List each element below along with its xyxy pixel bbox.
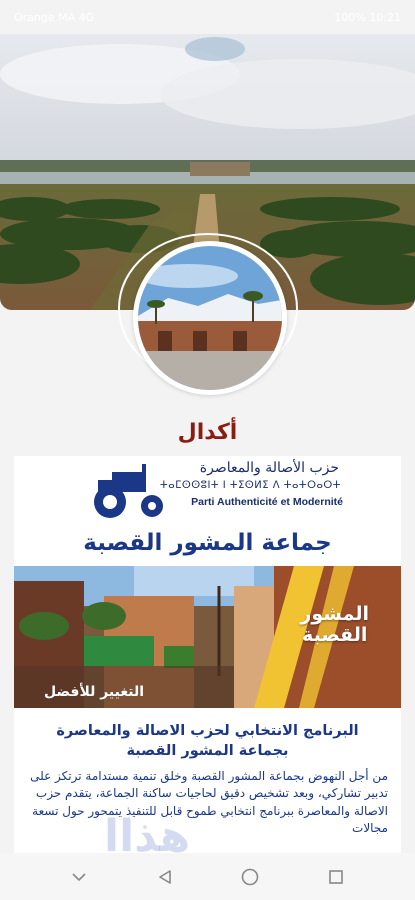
watermark-logo: ﻫﺬﺍﺍ [104,811,191,856]
status-carrier: Orange MA 4G [14,10,95,24]
program-title-line2: بجماعة المشور القصبة [126,742,289,759]
system-nav-bar [0,853,415,900]
commune-photo: المشور القصبة التغيير للأفضل [14,566,401,708]
app-screen: Orange MA 4G 100% 10:21 أكدال حزب الأصال… [0,0,415,900]
program-poster: حزب الأصالة والمعاصرة ⵜⴰⵎⵙⵙⵓⵏⵜ ⵏ ⵜⵉⵙⵍⵉ ⴷ… [14,456,401,856]
party-logo: حزب الأصالة والمعاصرة ⵜⴰⵎⵙⵙⵓⵏⵜ ⵏ ⵜⵉⵙⵍⵉ ⴷ… [14,456,401,531]
chevron-down-icon[interactable] [65,863,93,891]
slogan: التغيير للأفضل [44,684,145,700]
recents-square-icon[interactable] [322,863,350,891]
program-title: البرنامج الانتخابي لحزب الاصالة والمعاصر… [14,722,401,761]
program-title-line1: البرنامج الانتخابي لحزب الاصالة والمعاصر… [56,723,359,739]
photo-label-line2: القصبة [302,623,368,646]
location-avatar-image[interactable] [133,241,287,395]
party-name-french: Parti Authenticité et Modernité [191,496,343,508]
back-triangle-icon[interactable] [151,863,179,891]
party-name-arabic: حزب الأصالة والمعاصرة [199,460,339,476]
photo-label: المشور القصبة [300,604,369,646]
party-name-amazigh: ⵜⴰⵎⵙⵙⵓⵏⵜ ⵏ ⵜⵉⵙⵍⵉ ⴷ ⵜⴰⵜⵔⴰⵔⵜ [160,480,341,491]
tractor-logo-icon [94,464,163,518]
status-battery-time: 100% 10:21 [334,10,401,24]
photo-label-line1: المشور [300,603,369,625]
page-title: أكدال [177,420,238,445]
status-bar: Orange MA 4G 100% 10:21 [0,0,415,34]
commune-title: جماعة المشور القصبة [83,530,332,556]
home-circle-icon[interactable] [236,863,264,891]
